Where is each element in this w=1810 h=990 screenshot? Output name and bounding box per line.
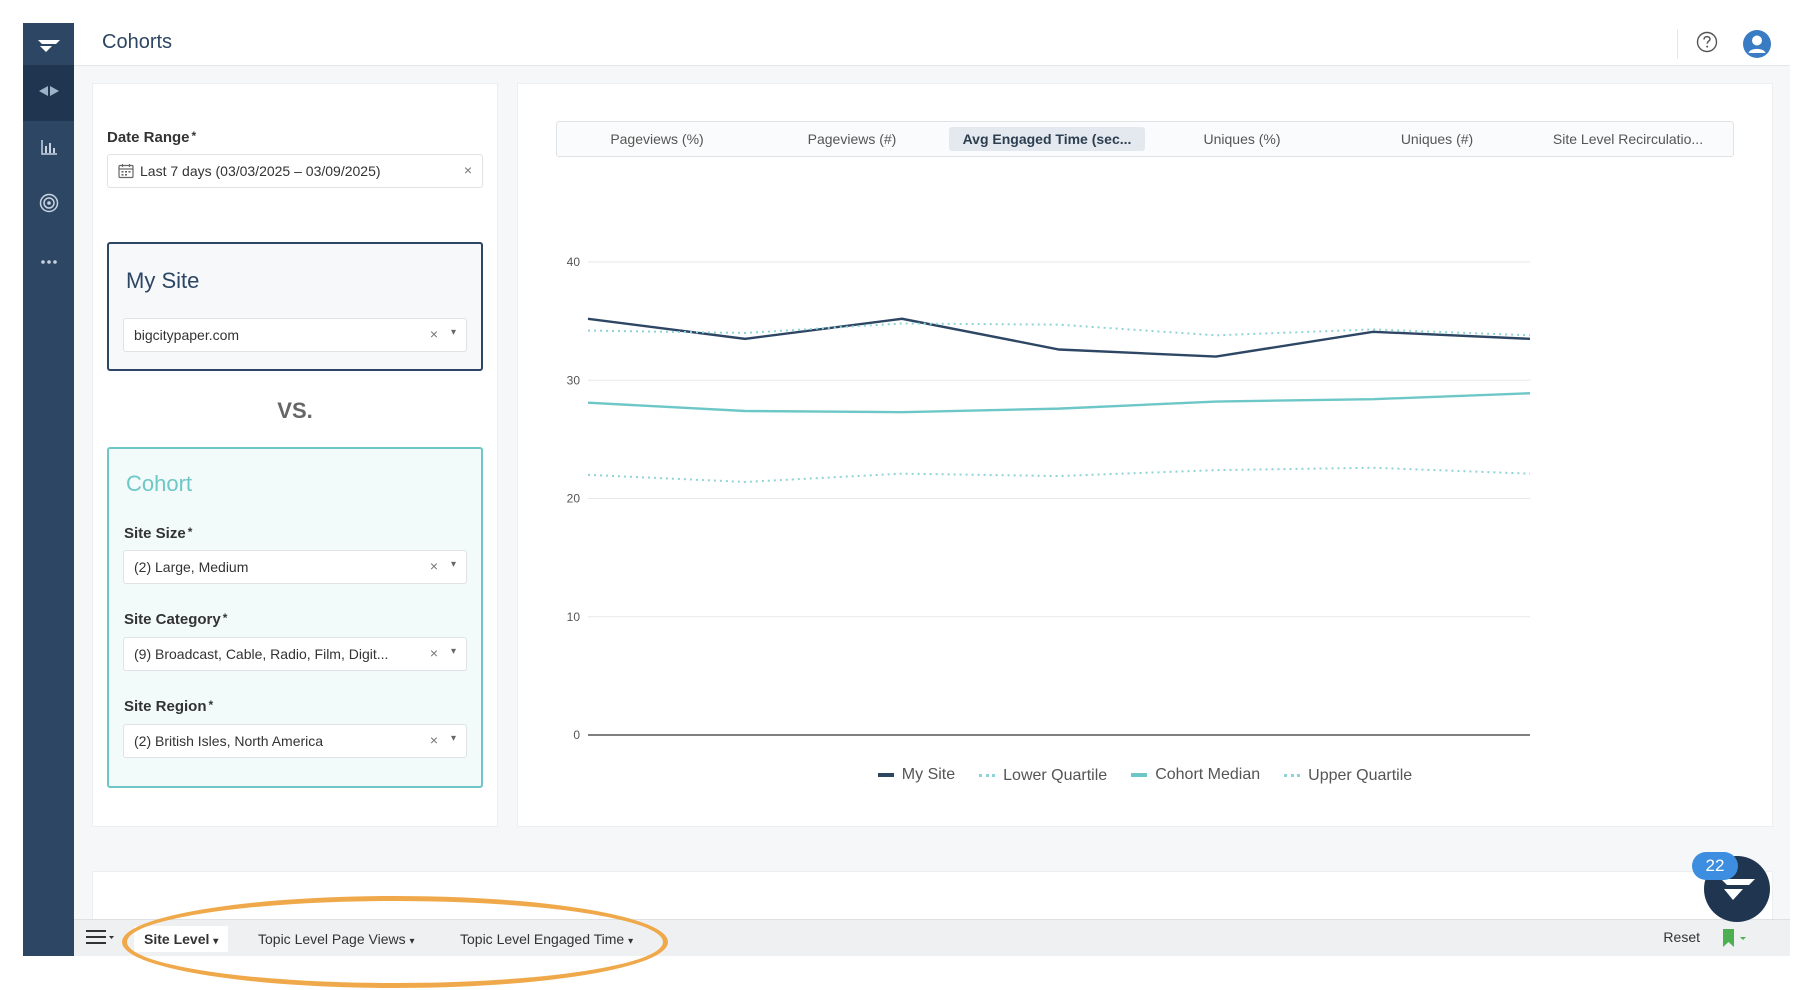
sidebar-item-goals[interactable] xyxy=(23,177,74,233)
date-range-label: Date Range * xyxy=(107,129,197,146)
sidebar-item-cohorts[interactable] xyxy=(23,65,74,121)
bottom-tab-bar: Site Level ▾ Topic Level Page Views ▾ To… xyxy=(74,919,1790,956)
legend-item[interactable]: Cohort Median xyxy=(1131,766,1260,784)
my-site-select[interactable]: bigcitypaper.com × ▾ xyxy=(123,318,467,352)
x-tick-label: Mar 04, 2025 xyxy=(710,742,781,744)
pageviews-icon xyxy=(38,83,60,104)
legend-label: My Site xyxy=(901,766,956,783)
site-category-clear-button[interactable]: × xyxy=(430,645,438,661)
chevron-down-icon: ▾ xyxy=(628,936,634,947)
site-category-select[interactable]: (9) Broadcast, Cable, Radio, Film, Digit… xyxy=(123,637,467,671)
app-window: Cohorts Date Range * Last 7 days (03/03/2… xyxy=(23,23,1790,956)
more-icon xyxy=(40,252,58,270)
series-line xyxy=(587,392,1531,414)
x-tick-label: Mar 07, 2025 xyxy=(1181,742,1252,744)
tab-topic-level-page-views[interactable]: Topic Level Page Views ▾ xyxy=(248,926,425,952)
chevron-down-icon: ▾ xyxy=(450,559,456,570)
calendar-icon xyxy=(118,163,134,182)
tab-site-level[interactable]: Site Level ▾ xyxy=(134,926,229,952)
site-size-label: Site Size * xyxy=(124,525,193,542)
site-region-clear-button[interactable]: × xyxy=(430,732,438,748)
chevron-down-icon: ▾ xyxy=(213,936,219,947)
vs-label: VS. xyxy=(277,398,313,423)
site-size-value: (2) Large, Medium xyxy=(134,559,249,575)
legend-item[interactable]: Upper Quartile xyxy=(1284,767,1412,785)
line-chart: 0 10 20 30 40 Mar 03, 2025 Mar 04, 2025 Mar 05,… xyxy=(553,255,1566,744)
tab-topic-level-engaged-time[interactable]: Topic Level Engaged Time ▾ xyxy=(450,926,643,952)
site-region-label: Site Region * xyxy=(124,698,214,715)
help-button[interactable] xyxy=(1677,29,1718,59)
legend-label: Cohort Median xyxy=(1155,766,1261,783)
site-region-value: (2) British Isles, North America xyxy=(134,733,324,749)
series-line xyxy=(587,317,1531,358)
page-title: Cohorts xyxy=(102,31,173,53)
legend-label: Lower Quartile xyxy=(1003,766,1108,784)
user-menu-button[interactable] xyxy=(1742,29,1772,59)
x-tick-label: Mar 08, 2025 xyxy=(1338,742,1409,744)
y-tick-label: 10 xyxy=(567,610,581,624)
legend-item[interactable]: My Site xyxy=(877,766,956,784)
chevron-down-icon: ▾ xyxy=(450,327,456,338)
chevron-down-icon: ▾ xyxy=(450,646,456,657)
logo-icon[interactable] xyxy=(23,23,74,65)
cohort-title: Cohort xyxy=(126,471,193,496)
y-tick-label: 40 xyxy=(567,255,581,269)
chevron-down-icon: ▾ xyxy=(450,733,456,744)
sheet-menu-button[interactable] xyxy=(86,928,116,952)
y-tick-label: 0 xyxy=(573,728,580,742)
site-region-select[interactable]: (2) British Isles, North America × ▾ xyxy=(123,724,467,758)
series-line xyxy=(587,466,1531,483)
legend-label: Upper Quartile xyxy=(1308,766,1413,784)
my-site-box: My Site bigcitypaper.com × ▾ xyxy=(107,242,483,371)
date-range-field[interactable]: Last 7 days (03/03/2025 – 03/09/2025) × xyxy=(107,154,483,188)
legend-swatch xyxy=(1131,773,1148,777)
y-tick-label: 30 xyxy=(567,373,581,387)
my-site-clear-button[interactable]: × xyxy=(430,326,438,342)
legend-swatch xyxy=(979,774,996,777)
x-tick-label: Mar 09, 2025 xyxy=(1495,742,1566,744)
target-icon xyxy=(39,193,59,218)
x-tick-label: Mar 03, 2025 xyxy=(553,742,624,744)
notification-badge: 22 xyxy=(1692,852,1738,880)
user-icon xyxy=(1742,30,1772,63)
date-range-clear-button[interactable]: × xyxy=(464,162,472,178)
site-category-value: (9) Broadcast, Cable, Radio, Film, Digit… xyxy=(134,646,389,662)
sidebar-item-more[interactable] xyxy=(23,233,74,289)
x-tick-label: Mar 05, 2025 xyxy=(867,742,938,744)
site-size-clear-button[interactable]: × xyxy=(430,558,438,574)
cohort-box: Cohort Site Size * (2) Large, Medium × ▾ … xyxy=(107,447,483,788)
sidebar xyxy=(23,23,74,956)
reset-button[interactable]: Reset xyxy=(1663,929,1700,945)
filter-panel: Date Range * Last 7 days (03/03/2025 – 03… xyxy=(92,83,498,827)
bar-chart-icon xyxy=(40,139,58,160)
bookmark-icon xyxy=(1720,929,1750,952)
y-tick-label: 20 xyxy=(567,492,581,506)
sidebar-item-reports[interactable] xyxy=(23,121,74,177)
chart-legend: My Site Lower Quartile Cohort Median Upper … xyxy=(518,764,1772,785)
my-site-title: My Site xyxy=(126,268,200,293)
site-size-select[interactable]: (2) Large, Medium × ▾ xyxy=(123,550,467,584)
legend-item[interactable]: Lower Quartile xyxy=(979,767,1107,785)
chevron-down-icon: ▾ xyxy=(409,936,415,947)
date-range-value: Last 7 days (03/03/2025 – 03/09/2025) xyxy=(140,163,381,179)
menu-icon xyxy=(86,929,116,951)
my-site-value: bigcitypaper.com xyxy=(134,327,240,343)
bookmark-button[interactable] xyxy=(1720,928,1750,953)
top-bar: Cohorts xyxy=(74,23,1790,66)
help-icon xyxy=(1696,31,1718,58)
legend-swatch xyxy=(877,773,894,777)
chart-panel: Pageviews (%) Pageviews (#) Avg Engaged … xyxy=(517,83,1773,827)
x-tick-label: Mar 06, 2025 xyxy=(1024,742,1095,744)
legend-swatch xyxy=(1284,774,1301,777)
site-category-label: Site Category * xyxy=(124,611,228,628)
